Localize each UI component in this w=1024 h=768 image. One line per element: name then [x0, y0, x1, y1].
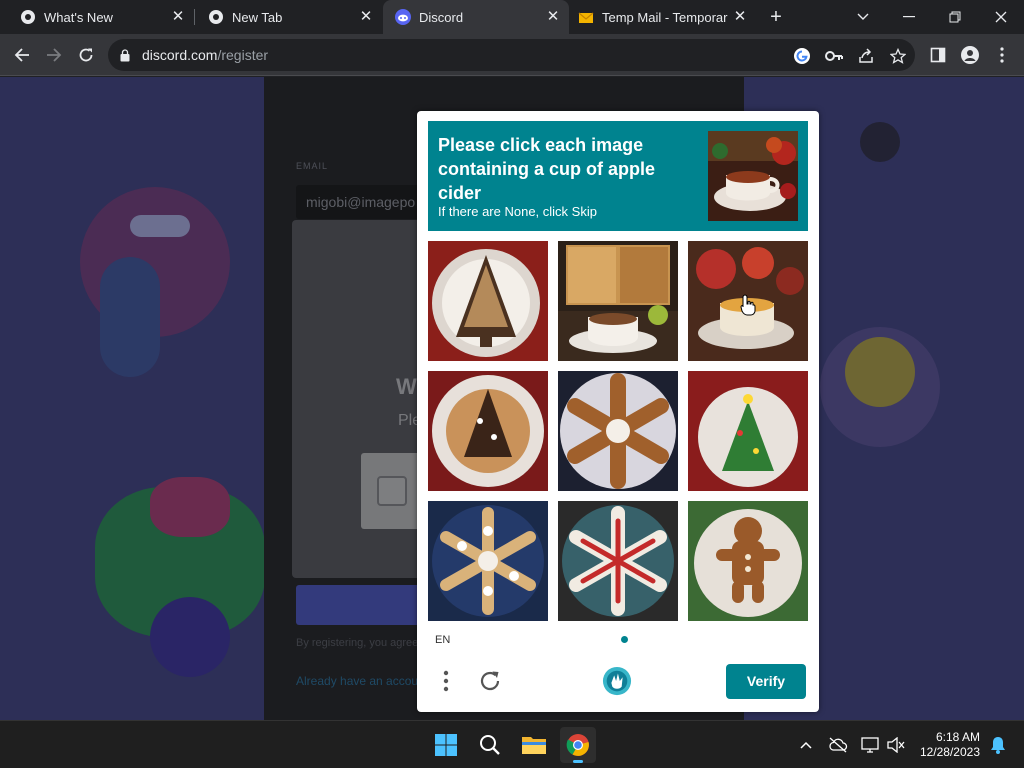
challenge-hint: If there are None, click Skip — [438, 204, 597, 219]
url-text: discord.com/register — [142, 47, 268, 63]
tab-title: Discord — [419, 9, 464, 25]
background-illustration — [860, 122, 900, 162]
tab-new-tab[interactable]: New Tab ✕ — [188, 0, 382, 34]
close-tab-icon[interactable]: ✕ — [170, 9, 186, 25]
back-arrow-icon[interactable] — [10, 43, 34, 67]
hcaptcha-logo-icon — [602, 666, 632, 696]
menu-dots-icon[interactable] — [431, 666, 461, 696]
chrome-taskbar-icon[interactable] — [560, 727, 596, 763]
new-tab-button[interactable]: + — [766, 7, 786, 27]
volume-muted-icon[interactable] — [884, 733, 908, 757]
search-icon[interactable] — [472, 727, 508, 763]
cup-of-apple-cider-image — [708, 131, 798, 221]
chrome-icon — [20, 9, 36, 25]
google-icon[interactable] — [792, 46, 812, 66]
verify-button[interactable]: Verify — [726, 664, 806, 699]
clock-date: 12/28/2023 — [919, 745, 980, 759]
language-selector[interactable]: EN — [435, 634, 450, 646]
background-illustration — [845, 337, 915, 407]
restore-icon[interactable] — [932, 0, 978, 34]
cup-of-apple-cider-by-window-image[interactable] — [558, 241, 678, 361]
kebab-menu-icon[interactable] — [990, 43, 1014, 67]
active-app-indicator — [573, 760, 583, 763]
tab-temp-mail[interactable]: Temp Mail - Temporar ✕ — [570, 0, 756, 34]
background-illustration — [130, 215, 190, 237]
cloud-offline-icon[interactable] — [826, 733, 850, 757]
christmas-tree-cookie-image[interactable] — [428, 371, 548, 491]
system-clock[interactable]: 6:18 AM 12/28/2023 — [908, 730, 980, 760]
gingerbread-man-cookie-image[interactable] — [688, 501, 808, 621]
share-icon[interactable] — [856, 46, 876, 66]
snowflake-cookie-image[interactable] — [558, 371, 678, 491]
refresh-icon[interactable] — [475, 666, 505, 696]
tab-discord[interactable]: Discord ✕ — [383, 0, 569, 34]
blue-snowflake-cookie-image[interactable] — [428, 501, 548, 621]
close-tab-icon[interactable]: ✕ — [545, 9, 561, 25]
challenge-header: Please click each image containing a cup… — [428, 121, 808, 231]
close-tab-icon[interactable]: ✕ — [358, 9, 374, 25]
close-tab-icon[interactable]: ✕ — [732, 9, 748, 25]
lock-icon[interactable] — [120, 48, 134, 62]
login-link[interactable]: Already have an account? — [296, 674, 435, 688]
chrome-icon — [208, 9, 224, 25]
forward-arrow-icon[interactable] — [42, 43, 66, 67]
windows-taskbar: 6:18 AM 12/28/2023 — [0, 720, 1024, 768]
envelope-icon — [578, 9, 594, 25]
modal-heading: W — [396, 374, 417, 399]
terms-text: By registering, you agree — [296, 637, 419, 649]
email-label: EMAIL — [296, 161, 329, 171]
captcha-checkbox[interactable] — [377, 476, 407, 506]
page-indicator-dot — [621, 636, 628, 643]
tab-title: New Tab — [232, 9, 283, 25]
network-icon[interactable] — [858, 733, 882, 757]
key-icon[interactable] — [824, 46, 844, 66]
red-snowflake-cookie-image[interactable] — [558, 501, 678, 621]
gingerbread-tree-cookie-image[interactable] — [428, 241, 548, 361]
close-window-icon[interactable] — [978, 0, 1024, 34]
bookmark-star-icon[interactable] — [888, 46, 908, 66]
notification-bell-icon[interactable] — [986, 733, 1010, 757]
tab-title: What's New — [44, 9, 113, 25]
background-illustration — [150, 597, 230, 677]
minimize-icon[interactable] — [886, 0, 932, 34]
browser-toolbar: discord.com/register — [0, 34, 1024, 76]
green-christmas-tree-cookie-image[interactable] — [688, 371, 808, 491]
tab-whats-new[interactable]: What's New ✕ — [0, 0, 194, 34]
hcaptcha-challenge: Please click each image containing a cup… — [417, 111, 819, 712]
address-bar[interactable]: discord.com/register — [108, 39, 915, 71]
tab-bar: What's New ✕ New Tab ✕ Discord ✕ Temp Ma… — [0, 0, 1024, 34]
clock-time: 6:18 AM — [935, 730, 980, 744]
tab-search-icon[interactable] — [840, 0, 886, 34]
tab-title: Temp Mail - Temporar — [602, 9, 728, 25]
discord-icon — [395, 9, 411, 25]
url-path: /register — [217, 47, 269, 63]
reload-icon[interactable] — [74, 43, 98, 67]
file-explorer-icon[interactable] — [516, 727, 552, 763]
url-host: discord.com — [142, 47, 218, 63]
profile-icon[interactable] — [958, 43, 982, 67]
side-panel-icon[interactable] — [926, 43, 950, 67]
hand-cursor-icon — [740, 294, 756, 316]
challenge-prompt: Please click each image containing a cup… — [438, 135, 656, 203]
windows-start-icon[interactable] — [428, 727, 464, 763]
chevron-up-icon[interactable] — [794, 733, 818, 757]
background-illustration — [150, 477, 230, 537]
background-illustration — [100, 257, 160, 377]
